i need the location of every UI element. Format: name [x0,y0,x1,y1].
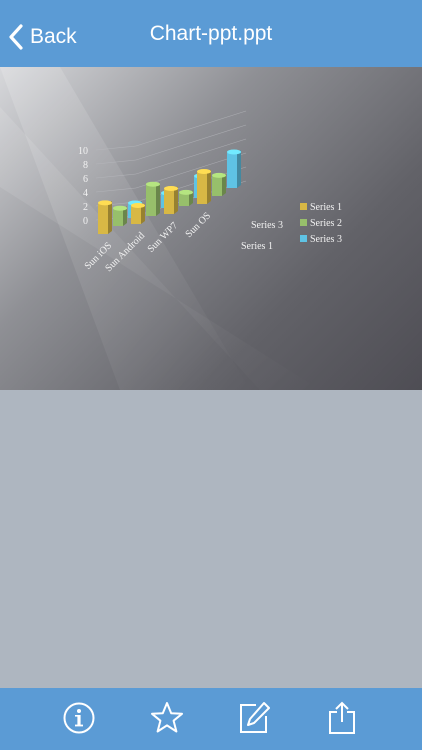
bar-top [227,149,241,155]
legend-swatch [300,203,307,210]
y-tick-label: 6 [83,174,88,185]
edit-button[interactable] [236,700,272,736]
legend-label: Series 1 [310,202,342,213]
slide-preview: 0 2 4 6 8 10 Sun iOS Sun Android Sun WP7 Sun OS Se… [0,67,422,390]
share-button[interactable] [324,700,360,736]
legend-label: Series 2 [310,218,342,229]
bar-top [197,169,211,174]
y-tick-label: 4 [83,188,88,199]
document-area[interactable] [0,390,422,688]
bar-top [164,186,178,191]
info-button[interactable] [61,700,97,736]
bar-side [108,200,112,234]
bar [146,185,156,216]
legend-label: Series 3 [310,234,342,245]
y-tick-label: 2 [83,202,88,213]
bar-top [131,203,145,208]
bar [179,193,189,206]
bar-top [98,200,112,206]
bottom-toolbar [0,688,422,750]
bar-top [212,172,226,178]
bar-top [179,189,193,195]
share-icon [329,701,355,734]
bar [197,172,207,204]
bar [98,203,108,234]
navigation-bar: Back Chart-ppt.ppt [0,0,422,67]
legend-swatch [300,219,307,226]
bar [212,176,222,196]
star-icon [151,702,183,733]
bar-side [156,182,160,216]
depth-label: Series 1 [241,241,273,252]
y-tick-label: 10 [78,146,88,157]
x-tick-label: Sun OS [184,210,214,240]
bar-side [237,150,241,188]
bar [113,209,123,226]
bar-side [207,169,211,204]
y-tick-label: 0 [83,216,88,227]
gridline [135,110,247,147]
document-title: Chart-ppt.ppt [149,22,273,45]
depth-label: Series 3 [251,220,283,231]
chart: 0246810Sun iOSSun AndroidSun WP7 Sun OSSe… [0,67,342,390]
bar-top [146,181,160,187]
bar [164,189,174,214]
favorite-button[interactable] [149,700,185,736]
bar [227,153,237,188]
bar-top [113,205,127,211]
edit-icon [240,702,270,733]
bar [131,206,141,224]
y-tick-label: 8 [83,160,88,171]
legend-swatch [300,235,307,242]
info-icon [63,702,95,734]
